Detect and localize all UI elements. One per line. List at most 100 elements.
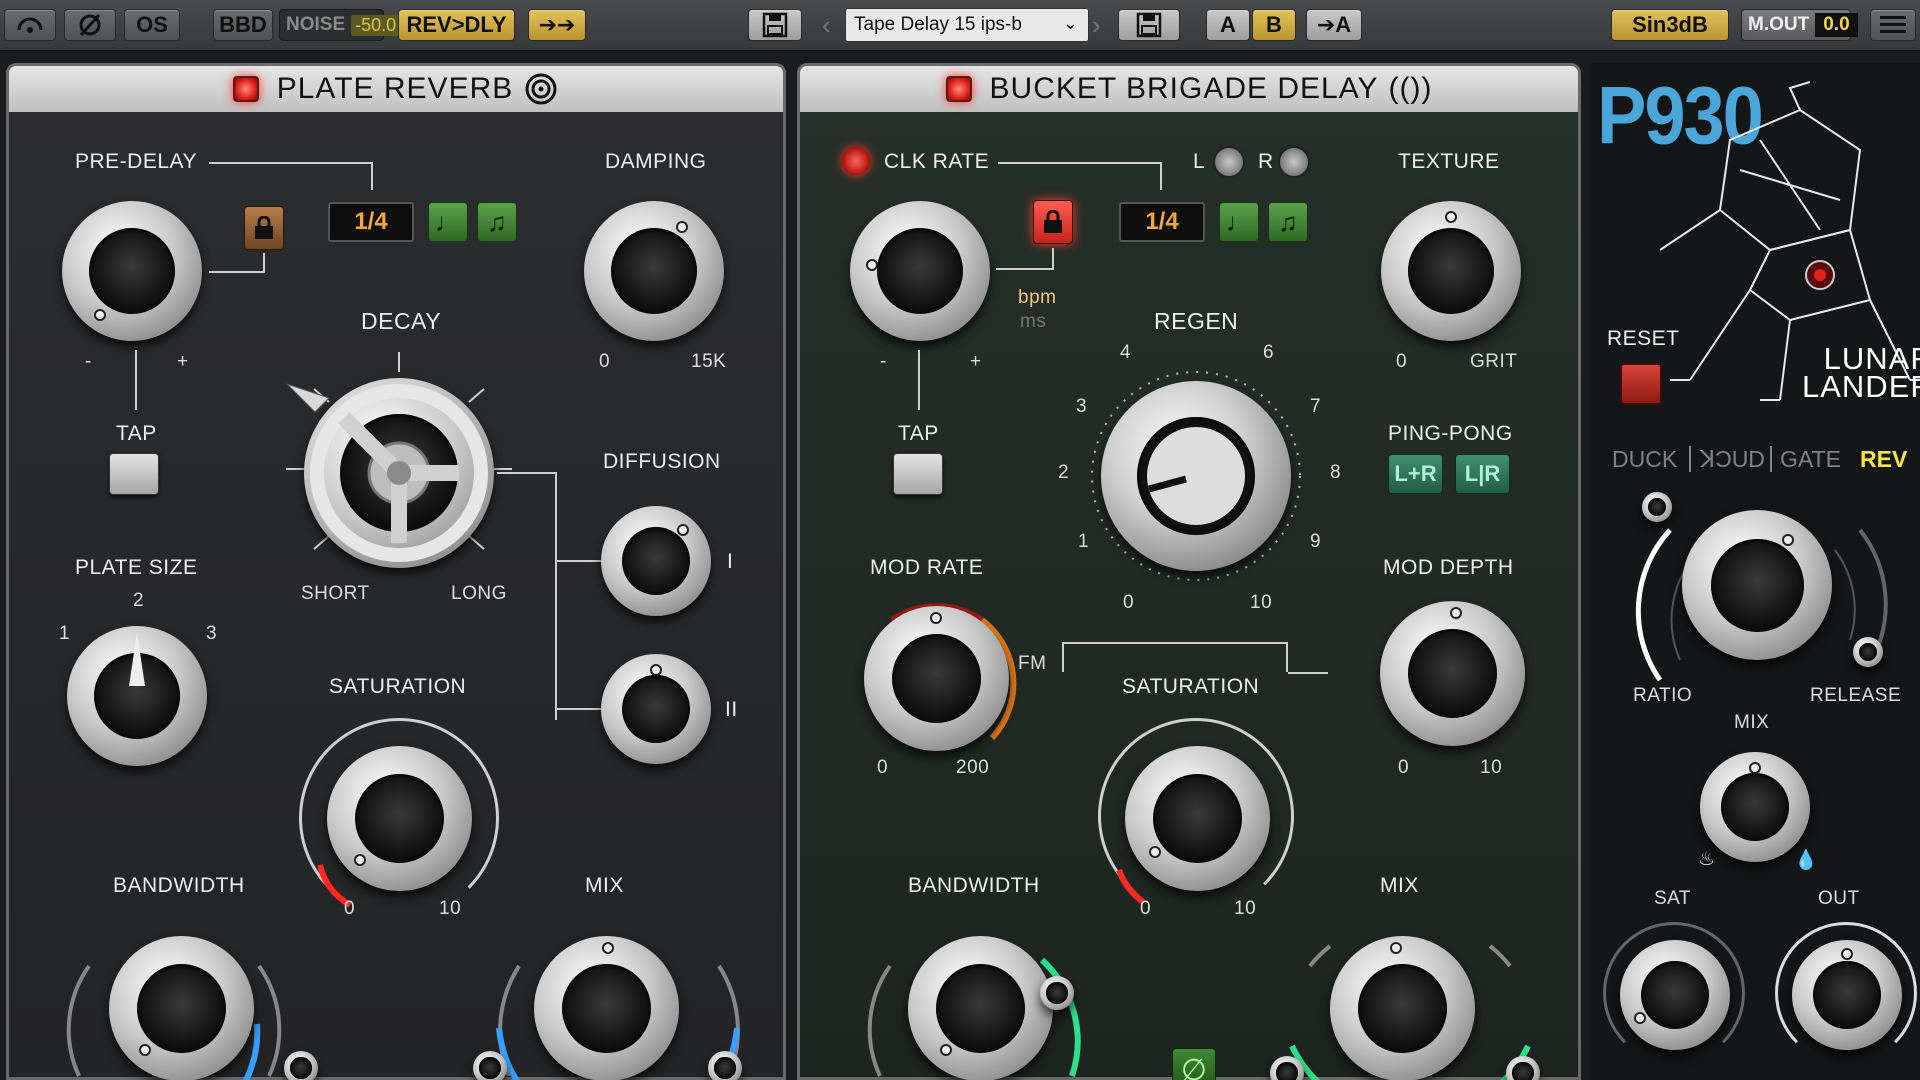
reverb-tap-label: TAP <box>116 422 157 445</box>
mod-rate-label: MOD RATE <box>870 556 984 579</box>
plate-size-knob[interactable] <box>67 626 207 766</box>
reverb-tap-button[interactable] <box>109 453 159 495</box>
reverb-bandwidth-handle[interactable] <box>284 1051 318 1080</box>
phase-invert-button[interactable] <box>64 9 116 41</box>
mod-rate-min: 0 <box>877 757 889 778</box>
texture-min: 0 <box>1396 351 1408 372</box>
lunar-mix-knob[interactable] <box>1700 752 1810 862</box>
reverb-division-display[interactable]: 1/4 <box>328 202 414 242</box>
clk-rate-knob[interactable] <box>850 201 990 341</box>
clk-r-trim[interactable] <box>1278 146 1310 178</box>
reverb-mix-right-handle[interactable] <box>708 1051 742 1080</box>
bbd-button[interactable]: BBD <box>213 9 273 41</box>
preset-select[interactable]: Tape Delay 15 ips-b ⌄ <box>845 8 1089 42</box>
menu-button[interactable] <box>1870 9 1916 41</box>
toolbar: OS BBD NOISE -50.0 REV>DLY ➔➔ ‹ Tape Del… <box>0 0 1920 51</box>
master-out-control[interactable]: M.OUT 0.0 <box>1741 9 1858 41</box>
mod-depth-knob[interactable] <box>1380 601 1525 746</box>
release-handle[interactable] <box>1853 637 1883 667</box>
arc-icon <box>17 17 43 33</box>
os-button[interactable]: OS <box>124 9 180 41</box>
delay-power-led[interactable] <box>945 76 972 102</box>
copy-to-a-button[interactable]: ➔A <box>1306 9 1362 41</box>
mode-tab-duck[interactable]: DUCK <box>1612 446 1677 473</box>
noise-value[interactable]: -50.0 <box>351 14 401 36</box>
ms-label[interactable]: ms <box>1020 311 1046 333</box>
delay-saturation-label: SATURATION <box>1122 675 1260 698</box>
clk-rate-led[interactable] <box>842 147 870 175</box>
mode-tab-rev[interactable]: REV <box>1860 446 1907 473</box>
mod-rate-max: 200 <box>956 757 990 778</box>
delay-triplet-button[interactable]: ♫ <box>1268 202 1308 242</box>
delay-mix-knob[interactable] <box>1330 936 1475 1080</box>
delay-phase-button[interactable]: ∅ <box>1172 1048 1216 1080</box>
bucket-brigade-delay-panel: BUCKET BRIGADE DELAY (()) CLK RATE L R -… <box>797 63 1581 1080</box>
reverb-triplet-button[interactable]: ♫ <box>477 202 517 242</box>
reverb-sync-lock-button[interactable] <box>244 206 284 250</box>
release-label: RELEASE <box>1810 685 1902 706</box>
reverb-mix-left-handle[interactable] <box>473 1051 507 1080</box>
regen-knob[interactable] <box>1101 381 1291 571</box>
delay-division-display[interactable]: 1/4 <box>1119 202 1205 242</box>
forward-button[interactable]: ➔➔ <box>528 9 586 41</box>
mode-tab-gate[interactable]: GATE <box>1780 446 1841 473</box>
damping-knob[interactable] <box>584 201 724 341</box>
decay-short: SHORT <box>301 583 370 604</box>
texture-knob[interactable] <box>1381 201 1521 341</box>
save-preset-button[interactable] <box>1118 9 1180 41</box>
delay-tap-label: TAP <box>898 422 939 445</box>
mode-tab-duck-reverse[interactable]: ꓘƆUD <box>1700 446 1765 473</box>
next-preset-icon[interactable]: › <box>1092 10 1101 41</box>
ping-pong-lr-button[interactable]: L+R <box>1388 454 1443 494</box>
reverb-bandwidth-knob[interactable] <box>109 936 254 1080</box>
lunar-out-knob[interactable] <box>1792 940 1902 1050</box>
undo-curve-button[interactable] <box>4 9 56 41</box>
routing-button[interactable]: REV>DLY <box>398 9 515 41</box>
clk-rate-min: - <box>880 351 887 372</box>
mod-depth-label: MOD DEPTH <box>1383 556 1514 579</box>
texture-max: GRIT <box>1470 351 1518 372</box>
decay-label: DECAY <box>361 308 442 334</box>
delay-sync-lock-button[interactable] <box>1033 200 1073 244</box>
mout-value[interactable]: 0.0 <box>1815 13 1858 37</box>
diffusion-1-knob[interactable] <box>601 506 711 616</box>
bpm-label[interactable]: bpm <box>1018 287 1056 309</box>
phase-icon <box>79 13 101 37</box>
reverb-note-button[interactable]: ♩ <box>428 202 468 242</box>
clk-l-trim[interactable] <box>1213 146 1245 178</box>
predelay-line <box>209 162 373 190</box>
delay-tap-line <box>918 350 920 410</box>
a-button[interactable]: A <box>1206 9 1250 41</box>
reverb-mix-knob[interactable] <box>534 936 679 1080</box>
tab-divider <box>1770 446 1772 472</box>
diffusion-label: DIFFUSION <box>603 450 721 473</box>
reset-button[interactable] <box>1620 363 1662 405</box>
lock-icon <box>255 216 273 239</box>
noise-control[interactable]: NOISE -50.0 <box>279 9 401 41</box>
delay-bandwidth-handle[interactable] <box>1040 976 1074 1010</box>
load-preset-button[interactable] <box>748 9 802 41</box>
predelay-knob[interactable] <box>62 201 202 341</box>
reverb-saturation-knob[interactable] <box>327 746 472 891</box>
wet-drop-icon: 💧 <box>1794 850 1819 871</box>
delay-bandwidth-knob[interactable] <box>908 936 1053 1080</box>
reverb-power-led[interactable] <box>232 76 259 102</box>
plate-size-label: PLATE SIZE <box>75 556 198 579</box>
clk-l-label: L <box>1193 150 1206 173</box>
sin-button[interactable]: Sin3dB <box>1611 9 1729 41</box>
regen-label: REGEN <box>1154 308 1239 334</box>
lunar-lander-brand: LUNAR LANDER <box>1802 343 1920 402</box>
quarter-note-icon: ♩ <box>1226 206 1252 237</box>
ping-pong-split-button[interactable]: L|R <box>1455 454 1510 494</box>
mod-rate-knob[interactable] <box>864 606 1009 751</box>
delay-tap-button[interactable] <box>893 453 943 495</box>
lunar-sat-knob[interactable] <box>1620 940 1730 1050</box>
ratio-handle[interactable] <box>1642 492 1672 522</box>
b-button[interactable]: B <box>1252 9 1296 41</box>
prev-preset-icon[interactable]: ‹ <box>822 10 831 41</box>
spiral-icon <box>525 73 557 105</box>
delay-saturation-knob[interactable] <box>1125 746 1270 891</box>
diffusion-2-knob[interactable] <box>601 654 711 764</box>
comp-threshold-knob[interactable] <box>1682 510 1832 660</box>
delay-note-button[interactable]: ♩ <box>1219 202 1259 242</box>
